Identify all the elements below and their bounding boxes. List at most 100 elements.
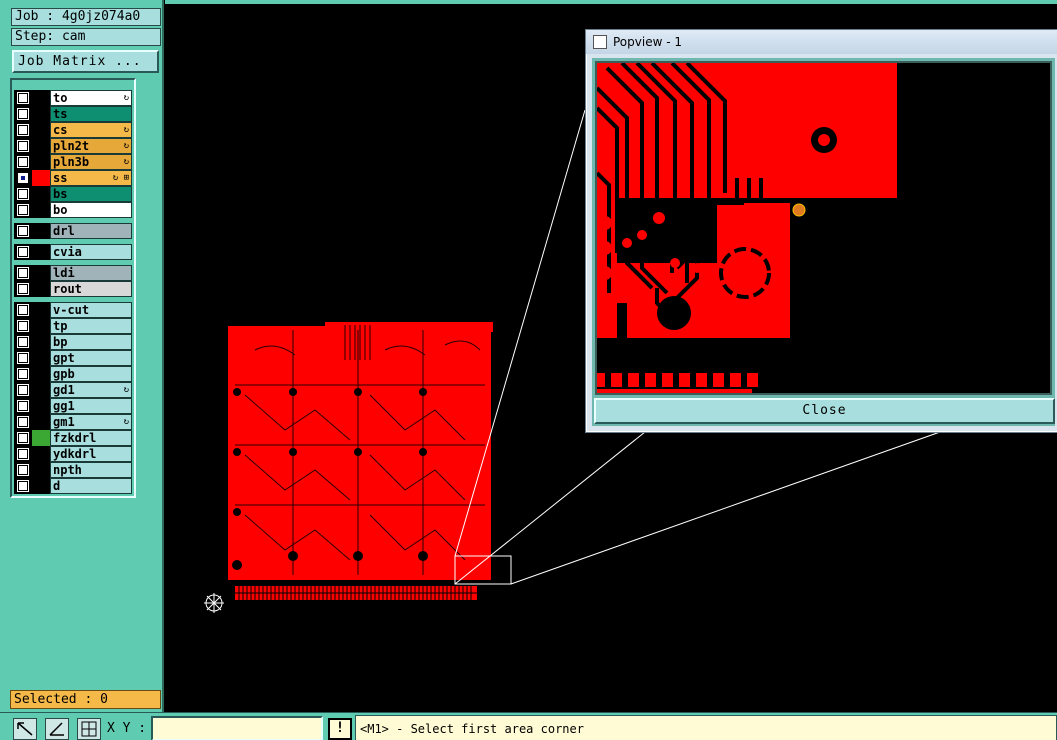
layer-row-v-cut[interactable]: v-cut: [14, 302, 134, 318]
layer-checkbox[interactable]: [14, 302, 32, 318]
layer-row-rout[interactable]: rout: [14, 281, 134, 297]
layer-color-swatch[interactable]: [32, 170, 50, 186]
layer-checkbox[interactable]: [14, 478, 32, 494]
layer-color-swatch[interactable]: [32, 244, 50, 260]
layer-row-to[interactable]: to ↻: [14, 90, 134, 106]
angle-icon[interactable]: [45, 718, 69, 740]
layer-color-swatch[interactable]: [32, 302, 50, 318]
layer-checkbox[interactable]: [14, 281, 32, 297]
layer-name[interactable]: bo: [50, 202, 132, 218]
layer-name[interactable]: drl: [50, 223, 132, 239]
layer-name[interactable]: gpb: [50, 366, 132, 382]
job-matrix-button[interactable]: Job Matrix ...: [12, 50, 159, 73]
xy-input[interactable]: [151, 716, 323, 740]
layer-name[interactable]: bp: [50, 334, 132, 350]
layer-checkbox[interactable]: [14, 170, 32, 186]
layer-row-gm1[interactable]: gm1 ↻: [14, 414, 134, 430]
popview-window[interactable]: Popview - 1 Close: [585, 29, 1057, 433]
layer-color-swatch[interactable]: [32, 350, 50, 366]
popview-canvas[interactable]: [595, 61, 1052, 395]
layer-checkbox[interactable]: [14, 350, 32, 366]
close-button[interactable]: Close: [594, 398, 1055, 424]
layer-row-gg1[interactable]: gg1: [14, 398, 134, 414]
layer-color-swatch[interactable]: [32, 318, 50, 334]
layer-color-swatch[interactable]: [32, 106, 50, 122]
layer-name[interactable]: ts: [50, 106, 132, 122]
layer-color-swatch[interactable]: [32, 281, 50, 297]
layer-color-swatch[interactable]: [32, 446, 50, 462]
layer-color-swatch[interactable]: [32, 138, 50, 154]
layer-name[interactable]: gg1: [50, 398, 132, 414]
layer-color-swatch[interactable]: [32, 90, 50, 106]
layer-name[interactable]: pln2t ↻: [50, 138, 132, 154]
layer-checkbox[interactable]: [14, 223, 32, 239]
grid-icon[interactable]: [77, 718, 101, 740]
layer-checkbox[interactable]: [14, 382, 32, 398]
alert-button[interactable]: !: [328, 718, 352, 740]
layer-checkbox[interactable]: [14, 154, 32, 170]
layer-color-swatch[interactable]: [32, 382, 50, 398]
layer-row-ss[interactable]: ss ↻ ⊞: [14, 170, 134, 186]
layer-name[interactable]: cvia: [50, 244, 132, 260]
layer-checkbox[interactable]: [14, 265, 32, 281]
layer-name[interactable]: to ↻: [50, 90, 132, 106]
layer-row-tp[interactable]: tp: [14, 318, 134, 334]
layer-name[interactable]: d: [50, 478, 132, 494]
layer-checkbox[interactable]: [14, 430, 32, 446]
layer-row-ldi[interactable]: ldi: [14, 265, 134, 281]
layer-name[interactable]: ss ↻ ⊞: [50, 170, 132, 186]
layer-row-gpb[interactable]: gpb: [14, 366, 134, 382]
layer-color-swatch[interactable]: [32, 478, 50, 494]
layer-row-cs[interactable]: cs ↻: [14, 122, 134, 138]
layer-color-swatch[interactable]: [32, 398, 50, 414]
layer-row-d[interactable]: d: [14, 478, 134, 494]
layer-color-swatch[interactable]: [32, 366, 50, 382]
layer-color-swatch[interactable]: [32, 154, 50, 170]
layer-name[interactable]: pln3b ↻: [50, 154, 132, 170]
layer-color-swatch[interactable]: [32, 202, 50, 218]
layer-color-swatch[interactable]: [32, 223, 50, 239]
layer-row-cvia[interactable]: cvia: [14, 244, 134, 260]
layer-checkbox[interactable]: [14, 202, 32, 218]
layer-checkbox[interactable]: [14, 138, 32, 154]
layer-row-npth[interactable]: npth: [14, 462, 134, 478]
layer-name[interactable]: npth: [50, 462, 132, 478]
layer-color-swatch[interactable]: [32, 462, 50, 478]
layer-row-gpt[interactable]: gpt: [14, 350, 134, 366]
layer-row-pln3b[interactable]: pln3b ↻: [14, 154, 134, 170]
layer-color-swatch[interactable]: [32, 334, 50, 350]
measure-icon[interactable]: [13, 718, 37, 740]
layer-checkbox[interactable]: [14, 106, 32, 122]
layer-name[interactable]: ydkdrl: [50, 446, 132, 462]
layer-checkbox[interactable]: [14, 366, 32, 382]
layer-checkbox[interactable]: [14, 398, 32, 414]
layer-color-swatch[interactable]: [32, 265, 50, 281]
layer-name[interactable]: bs: [50, 186, 132, 202]
layer-checkbox[interactable]: [14, 244, 32, 260]
layer-name[interactable]: v-cut: [50, 302, 132, 318]
layer-name[interactable]: tp: [50, 318, 132, 334]
layer-checkbox[interactable]: [14, 414, 32, 430]
layer-row-bp[interactable]: bp: [14, 334, 134, 350]
layer-color-swatch[interactable]: [32, 414, 50, 430]
layer-row-bo[interactable]: bo: [14, 202, 134, 218]
layer-name[interactable]: gm1 ↻: [50, 414, 132, 430]
layer-checkbox[interactable]: [14, 462, 32, 478]
layer-row-pln2t[interactable]: pln2t ↻: [14, 138, 134, 154]
layer-name[interactable]: cs ↻: [50, 122, 132, 138]
layer-row-gd1[interactable]: gd1 ↻: [14, 382, 134, 398]
layer-row-bs[interactable]: bs: [14, 186, 134, 202]
layer-checkbox[interactable]: [14, 318, 32, 334]
layer-row-ts[interactable]: ts: [14, 106, 134, 122]
layer-checkbox[interactable]: [14, 90, 32, 106]
layer-checkbox[interactable]: [14, 186, 32, 202]
layer-checkbox[interactable]: [14, 122, 32, 138]
layer-color-swatch[interactable]: [32, 430, 50, 446]
layer-color-swatch[interactable]: [32, 186, 50, 202]
popview-titlebar[interactable]: Popview - 1: [586, 30, 1057, 54]
layer-row-fzkdrl[interactable]: fzkdrl: [14, 430, 134, 446]
layer-row-drl[interactable]: drl: [14, 223, 134, 239]
layer-name[interactable]: fzkdrl: [50, 430, 132, 446]
layer-color-swatch[interactable]: [32, 122, 50, 138]
layer-name[interactable]: gd1 ↻: [50, 382, 132, 398]
